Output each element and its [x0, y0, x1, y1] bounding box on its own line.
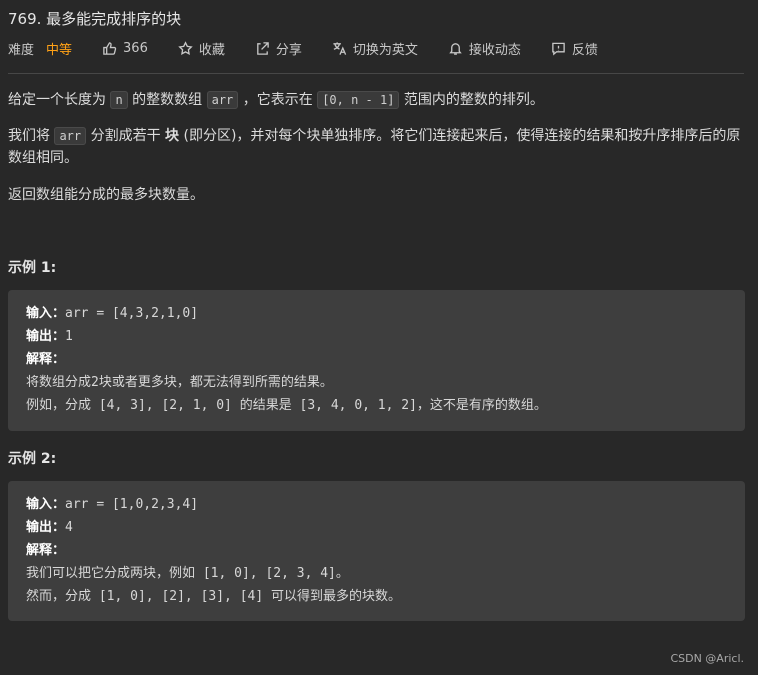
header-divider [8, 73, 744, 74]
explain-label: 解释： [26, 352, 66, 367]
text: 分割成若干 [90, 128, 161, 144]
text: 给定一个长度为 [8, 92, 106, 108]
input-label: 输入： [26, 497, 66, 512]
inline-code: arr [54, 127, 87, 145]
input-label: 输入： [26, 306, 66, 321]
text: 我们将 [8, 128, 50, 144]
feedback-icon [552, 42, 565, 56]
input-value: arr = [4,3,2,1,0] [65, 306, 199, 321]
switch-language-button[interactable]: 切换为英文 [332, 39, 418, 58]
output-value: 1 [65, 329, 73, 344]
inline-code: arr [206, 91, 239, 109]
bold-text: 块 [165, 128, 180, 144]
example-1-heading: 示例 1: [8, 260, 57, 276]
input-value: arr = [1,0,2,3,4] [65, 497, 199, 512]
output-value: 4 [65, 520, 73, 535]
problem-title: 769. 最多能完成排序的块 [8, 10, 182, 28]
explain-line: 将数组分成2块或者更多块，都无法得到所需的结果。 [26, 375, 333, 390]
problem-meta-bar: 难度 中等 366 收藏 分享 切换为英文 接收动态 反馈 [8, 39, 628, 58]
notify-label: 接收动态 [468, 42, 521, 58]
inline-code: n [110, 91, 128, 109]
difficulty-badge: 中等 [46, 42, 73, 58]
description-paragraph-2: 我们将 arr 分割成若干 块 (即分区)，并对每个块单独排序。将它们连接起来后… [8, 125, 748, 169]
text: ，它表示在 [242, 92, 313, 108]
translate-icon [333, 41, 347, 55]
inline-code: [0, n - 1] [317, 91, 400, 109]
output-label: 输出： [26, 329, 66, 344]
like-count: 366 [123, 40, 148, 56]
explain-line: 然而，分成 [1, 0], [2], [3], [4] 可以得到最多的块数。 [26, 589, 402, 604]
share-icon [257, 41, 269, 55]
example-2-heading: 示例 2: [8, 451, 57, 467]
explain-line: 我们可以把它分成两块，例如 [1, 0], [2, 3, 4]。 [26, 566, 349, 581]
description-paragraph-1: 给定一个长度为 n 的整数数组 arr ，它表示在 [0, n - 1] 范围内… [8, 89, 748, 111]
feedback-label: 反馈 [571, 42, 598, 58]
notify-button[interactable]: 接收动态 [448, 39, 521, 58]
star-icon [178, 40, 193, 55]
watermark: CSDN @Aricl. [670, 652, 744, 665]
text: 的整数数组 [132, 92, 203, 108]
explain-line: 例如，分成 [4, 3], [2, 1, 0] 的结果是 [3, 4, 0, 1… [26, 398, 547, 413]
output-label: 输出： [26, 520, 66, 535]
share-button[interactable]: 分享 [255, 39, 302, 58]
switch-language-label: 切换为英文 [352, 42, 418, 58]
example-2-block: 输入：arr = [1,0,2,3,4] 输出：4 解释： 我们可以把它分成两块… [8, 481, 745, 621]
bell-icon [449, 42, 462, 55]
share-label: 分享 [275, 42, 302, 58]
feedback-button[interactable]: 反馈 [551, 39, 598, 58]
difficulty-label: 难度 [8, 42, 35, 58]
description-paragraph-3: 返回数组能分成的最多块数量。 [8, 187, 204, 203]
example-1-block: 输入：arr = [4,3,2,1,0] 输出：1 解释： 将数组分成2块或者更… [8, 290, 745, 431]
explain-label: 解释： [26, 543, 66, 558]
thumbs-up-icon [103, 41, 117, 55]
favorite-label: 收藏 [198, 42, 225, 58]
like-button[interactable]: 366 [102, 41, 148, 56]
text: 范围内的整数的排列。 [403, 92, 544, 108]
favorite-button[interactable]: 收藏 [178, 39, 225, 58]
